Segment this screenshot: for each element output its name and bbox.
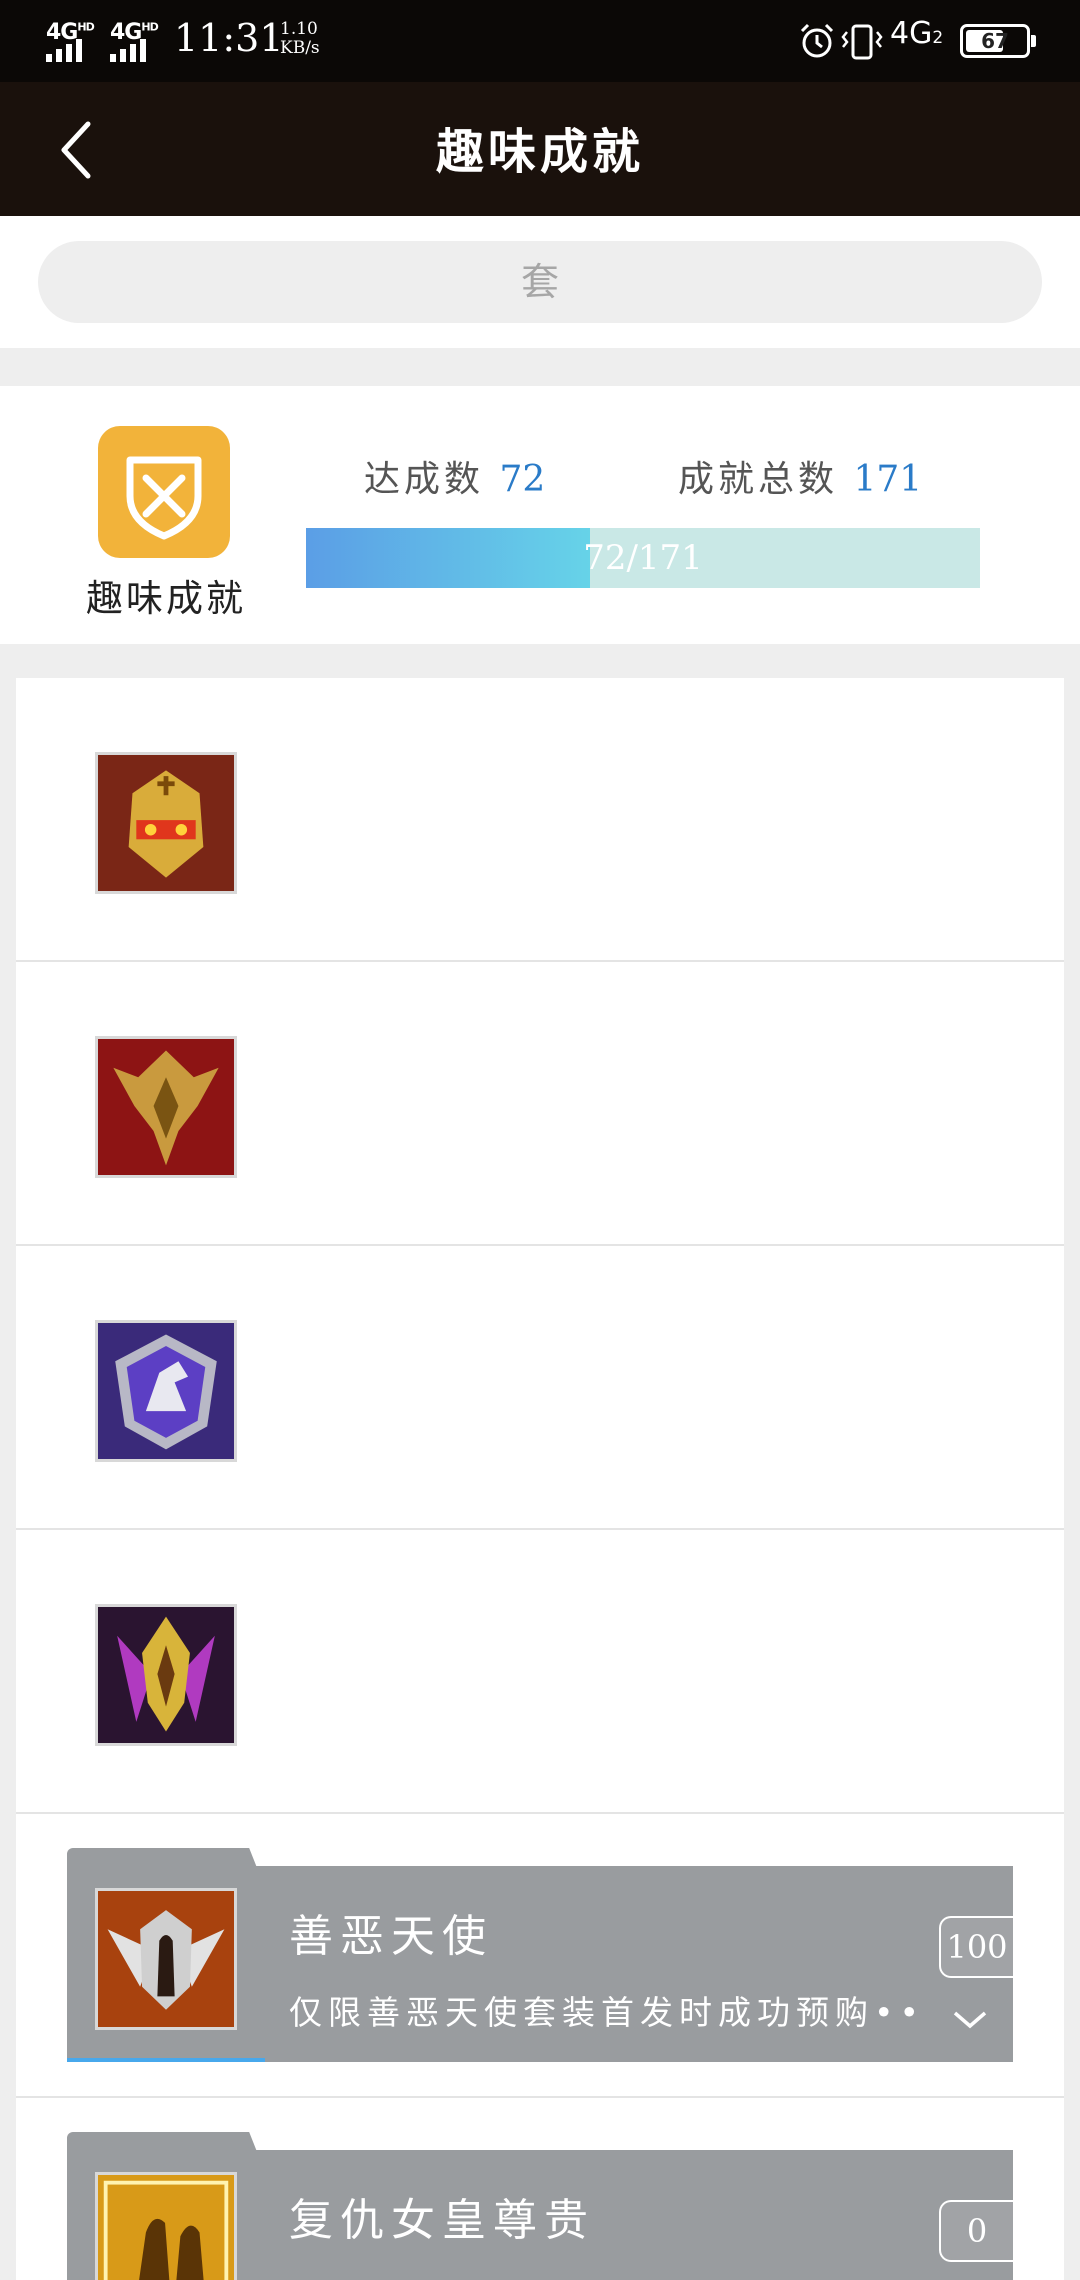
chevron-down-icon[interactable] <box>951 1156 989 1180</box>
points-badge: 400 <box>939 1348 1013 1410</box>
achievement-card[interactable]: 虎啸山林 2018-07-03 玩家获得虎王套装中的全部永久武•• 400 <box>67 712 1013 926</box>
achievement-date: 2017-12-22 <box>675 1326 866 1365</box>
total-count: 成就总数 171 <box>678 459 923 500</box>
achievement-name: 圆月之狼 <box>289 1343 493 1394</box>
list-item[interactable]: 圆月之狼 2017-12-22 玩家集齐狼王套装所有武器 400 <box>16 1246 1064 1530</box>
list-item[interactable]: 复仇女皇尊贵 0 <box>16 2098 1064 2280</box>
vengeance-queen-icon <box>95 2172 237 2280</box>
achievement-desc: 玩家获得虎王套装中的全部永久武•• <box>289 857 925 896</box>
progress-bar: 72/171 <box>306 528 980 588</box>
achievement-list: 虎啸山林 2018-07-03 玩家获得虎王套装中的全部永久武•• 400 鹰击… <box>16 678 1064 2280</box>
achievement-card[interactable]: 善恶天使 仅限善恶天使套装首发时成功预购•• 100 <box>67 1848 1013 2062</box>
winged-angel-icon <box>95 1888 237 2030</box>
achievement-name: 虎啸山林 <box>289 775 493 826</box>
points-badge: 0 <box>939 2200 1013 2262</box>
achievement-desc: 玩家集齐鹰王套装所有道具 <box>289 1141 757 1180</box>
points-badge: 400 <box>939 1632 1013 1694</box>
achievement-desc: 玩家集齐狼王套装所有武器 <box>289 1425 757 1464</box>
app-header: 趣味成就 <box>0 82 1080 216</box>
network-speed: 1.10 KB/s <box>280 19 320 58</box>
achievement-summary: 趣味成就 达成数 72 成就总数 171 72/171 <box>0 386 1080 644</box>
achievement-card[interactable]: 百鸟朝凤 2017-09-14 玩家集齐百鸟套装所有道具 400 <box>67 1564 1013 1778</box>
wolf-king-emblem-icon <box>95 1320 237 1462</box>
achievement-name: 复仇女皇尊贵 <box>289 2195 595 2246</box>
achievement-card[interactable]: 复仇女皇尊贵 0 <box>67 2132 1013 2280</box>
list-item[interactable]: 百鸟朝凤 2017-09-14 玩家集齐百鸟套装所有道具 400 <box>16 1530 1064 1814</box>
achievement-card[interactable]: 鹰击长空 2017-12-22 玩家集齐鹰王套装所有道具 400 <box>67 996 1013 1210</box>
page-title: 趣味成就 <box>435 124 644 180</box>
achievement-card[interactable]: 圆月之狼 2017-12-22 玩家集齐狼王套装所有武器 400 <box>67 1280 1013 1494</box>
chevron-down-icon[interactable] <box>951 1440 989 1464</box>
achievement-name: 鹰击长空 <box>289 1059 493 1110</box>
network-type: 4G2 <box>890 16 944 51</box>
points-badge: 400 <box>939 1064 1013 1126</box>
tiger-king-helmet-icon <box>95 752 237 894</box>
chevron-down-icon[interactable] <box>951 2008 989 2032</box>
achievement-name: 善恶天使 <box>289 1911 493 1962</box>
phoenix-helmet-icon <box>95 1604 237 1746</box>
chevron-down-icon[interactable] <box>951 872 989 896</box>
list-item[interactable]: 虎啸山林 2018-07-03 玩家获得虎王套装中的全部永久武•• 400 <box>16 678 1064 962</box>
status-bar: 4GHD 4GHD 11:31 1.10 KB/s 4G2 67 <box>0 0 1080 82</box>
achievement-date: 2017-12-22 <box>675 1042 866 1081</box>
search-input[interactable]: 套 <box>38 241 1042 323</box>
points-badge: 100 <box>939 1916 1013 1978</box>
category-label: 趣味成就 <box>86 577 246 620</box>
shield-crossed-swords-icon <box>98 426 230 558</box>
vibrate-icon <box>841 24 883 60</box>
search-bar: 套 <box>0 216 1080 348</box>
alarm-icon <box>800 23 834 58</box>
clock: 11:31 <box>174 16 284 60</box>
achievement-date: 2018-07-03 <box>675 758 866 797</box>
signal-strength-icon-2: 4GHD <box>110 20 166 62</box>
points-badge: 400 <box>939 780 1013 842</box>
achievement-name: 百鸟朝凤 <box>289 1627 493 1678</box>
signal-strength-icon: 4GHD <box>46 20 102 62</box>
achievement-desc: 玩家集齐百鸟套装所有道具 <box>289 1709 757 1748</box>
achievement-desc: 仅限善恶天使套装首发时成功预购•• <box>289 1993 925 2032</box>
chevron-down-icon[interactable] <box>951 1724 989 1748</box>
battery-icon: 67 <box>960 24 1036 58</box>
achieved-count: 达成数 72 <box>364 459 546 500</box>
list-item[interactable]: 鹰击长空 2017-12-22 玩家集齐鹰王套装所有道具 400 <box>16 962 1064 1246</box>
eagle-king-helmet-icon <box>95 1036 237 1178</box>
achievement-date: 2017-09-14 <box>675 1610 866 1649</box>
list-item[interactable]: 善恶天使 仅限善恶天使套装首发时成功预购•• 100 <box>16 1814 1064 2098</box>
